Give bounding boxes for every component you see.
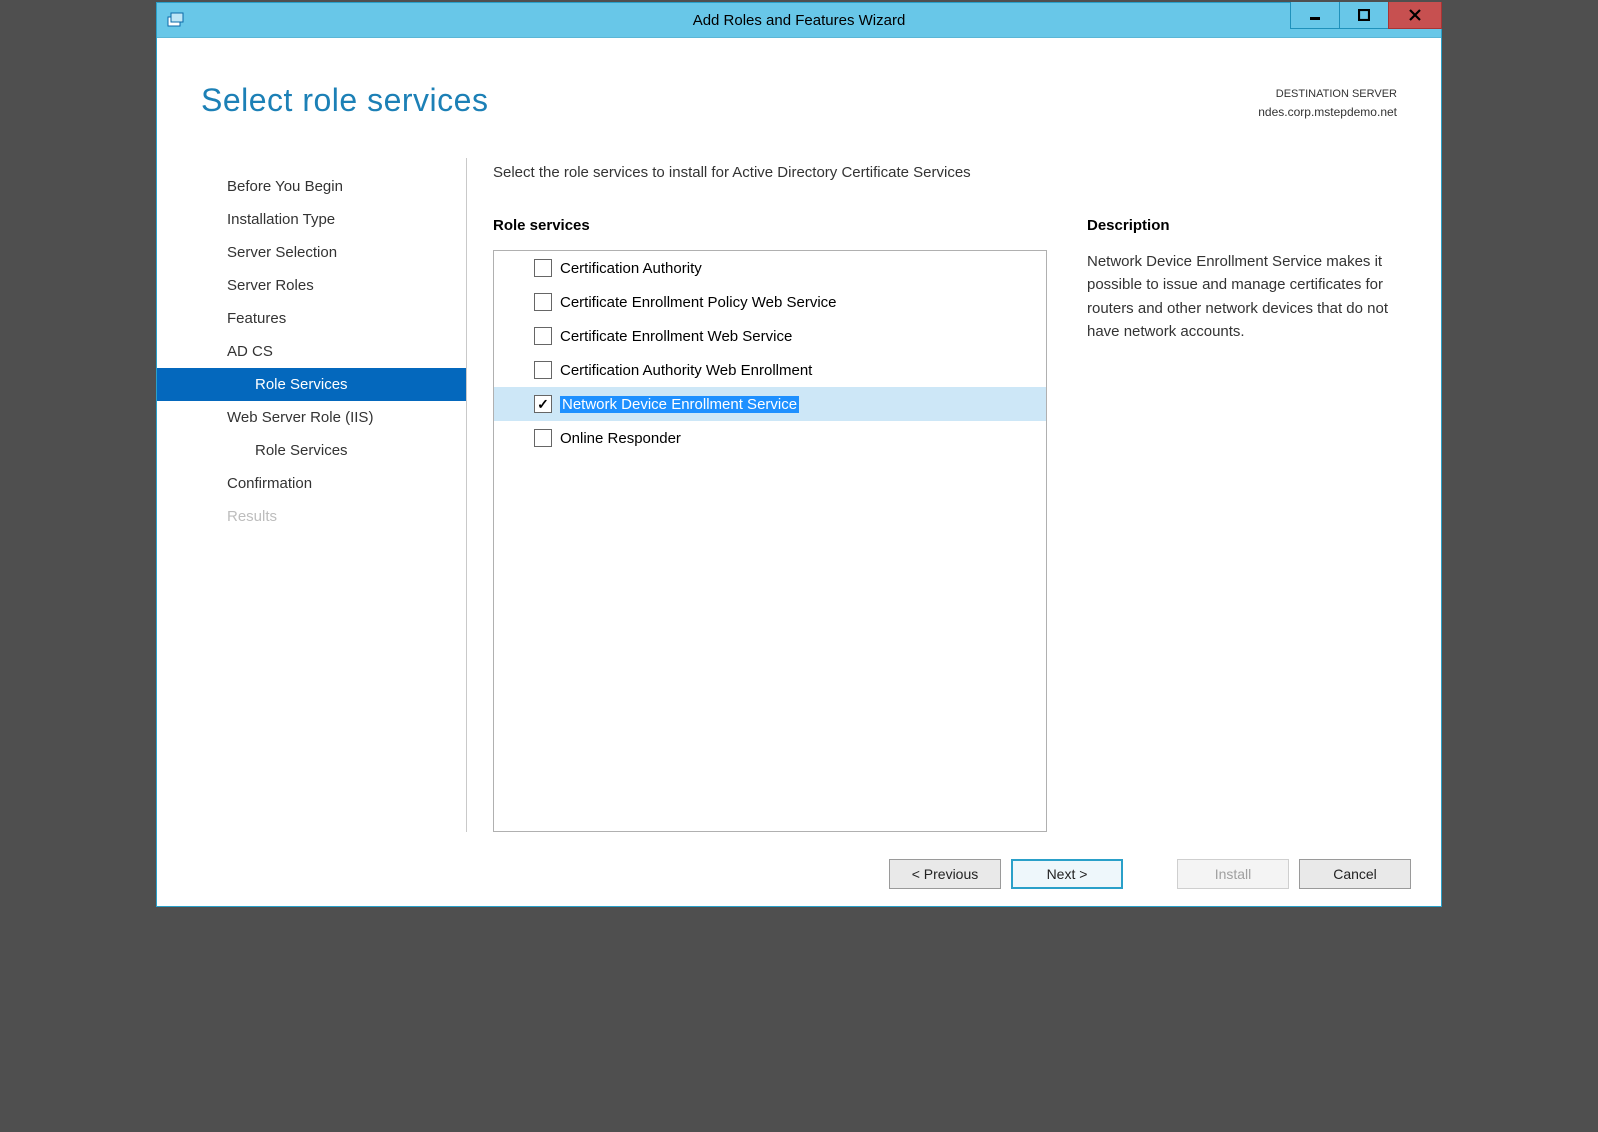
description-text: Network Device Enrollment Service makes … bbox=[1087, 250, 1397, 343]
checkbox[interactable] bbox=[534, 259, 552, 277]
close-button[interactable] bbox=[1388, 2, 1442, 29]
maximize-button[interactable] bbox=[1339, 2, 1389, 29]
role-service-label: Certificate Enrollment Policy Web Servic… bbox=[560, 294, 837, 311]
nav-item-ad-cs[interactable]: AD CS bbox=[157, 335, 466, 368]
window-title: Add Roles and Features Wizard bbox=[157, 12, 1441, 29]
role-service-label: Certificate Enrollment Web Service bbox=[560, 328, 792, 345]
nav-item-role-services[interactable]: Role Services bbox=[157, 368, 466, 401]
cancel-button[interactable]: Cancel bbox=[1299, 859, 1411, 889]
role-services-listbox[interactable]: Certification Authority Certificate Enrol… bbox=[493, 250, 1047, 832]
role-service-option[interactable]: Certification Authority bbox=[494, 251, 1046, 285]
destination-server-value: ndes.corp.mstepdemo.net bbox=[1258, 103, 1397, 121]
wizard-window: Add Roles and Features Wizard Select rol… bbox=[156, 2, 1442, 907]
previous-button[interactable]: < Previous bbox=[889, 859, 1001, 889]
destination-server-label: DESTINATION SERVER bbox=[1258, 86, 1397, 103]
role-service-option[interactable]: Certification Authority Web Enrollment bbox=[494, 353, 1046, 387]
nav-item-before-you-begin[interactable]: Before You Begin bbox=[157, 170, 466, 203]
titlebar[interactable]: Add Roles and Features Wizard bbox=[157, 3, 1441, 38]
nav-item-installation-type[interactable]: Installation Type bbox=[157, 203, 466, 236]
role-service-option[interactable]: Certificate Enrollment Policy Web Servic… bbox=[494, 285, 1046, 319]
nav-item-role-services[interactable]: Role Services bbox=[157, 434, 466, 467]
server-manager-icon bbox=[165, 9, 187, 31]
role-service-label: Certification Authority Web Enrollment bbox=[560, 362, 812, 379]
nav-item-confirmation[interactable]: Confirmation bbox=[157, 467, 466, 500]
checkbox[interactable] bbox=[534, 361, 552, 379]
role-service-option[interactable]: Online Responder bbox=[494, 421, 1046, 455]
wizard-footer: < Previous Next > Install Cancel bbox=[157, 842, 1441, 906]
main-panel: Select the role services to install for … bbox=[467, 158, 1397, 832]
role-service-label: Certification Authority bbox=[560, 260, 702, 277]
role-service-option[interactable]: Certificate Enrollment Web Service bbox=[494, 319, 1046, 353]
nav-item-server-roles[interactable]: Server Roles bbox=[157, 269, 466, 302]
checkbox[interactable] bbox=[534, 327, 552, 345]
destination-server-block: DESTINATION SERVER ndes.corp.mstepdemo.n… bbox=[1258, 82, 1397, 121]
next-button[interactable]: Next > bbox=[1011, 859, 1123, 889]
install-button[interactable]: Install bbox=[1177, 859, 1289, 889]
instruction-text: Select the role services to install for … bbox=[493, 164, 1397, 181]
body-area: Before You BeginInstallation TypeServer … bbox=[157, 158, 1441, 832]
header-area: Select role services DESTINATION SERVER … bbox=[157, 38, 1441, 158]
wizard-nav: Before You BeginInstallation TypeServer … bbox=[157, 158, 467, 832]
role-service-option[interactable]: Network Device Enrollment Service bbox=[494, 387, 1046, 421]
role-services-heading: Role services bbox=[493, 217, 1047, 234]
description-heading: Description bbox=[1087, 217, 1397, 234]
nav-item-server-selection[interactable]: Server Selection bbox=[157, 236, 466, 269]
nav-item-results: Results bbox=[157, 500, 466, 533]
role-service-label: Online Responder bbox=[560, 430, 681, 447]
page-title: Select role services bbox=[201, 82, 488, 119]
window-controls bbox=[1290, 3, 1441, 37]
nav-item-features[interactable]: Features bbox=[157, 302, 466, 335]
role-service-label: Network Device Enrollment Service bbox=[560, 396, 799, 413]
checkbox[interactable] bbox=[534, 395, 552, 413]
minimize-button[interactable] bbox=[1290, 2, 1340, 29]
checkbox[interactable] bbox=[534, 429, 552, 447]
checkbox[interactable] bbox=[534, 293, 552, 311]
nav-item-web-server-role-iis-[interactable]: Web Server Role (IIS) bbox=[157, 401, 466, 434]
